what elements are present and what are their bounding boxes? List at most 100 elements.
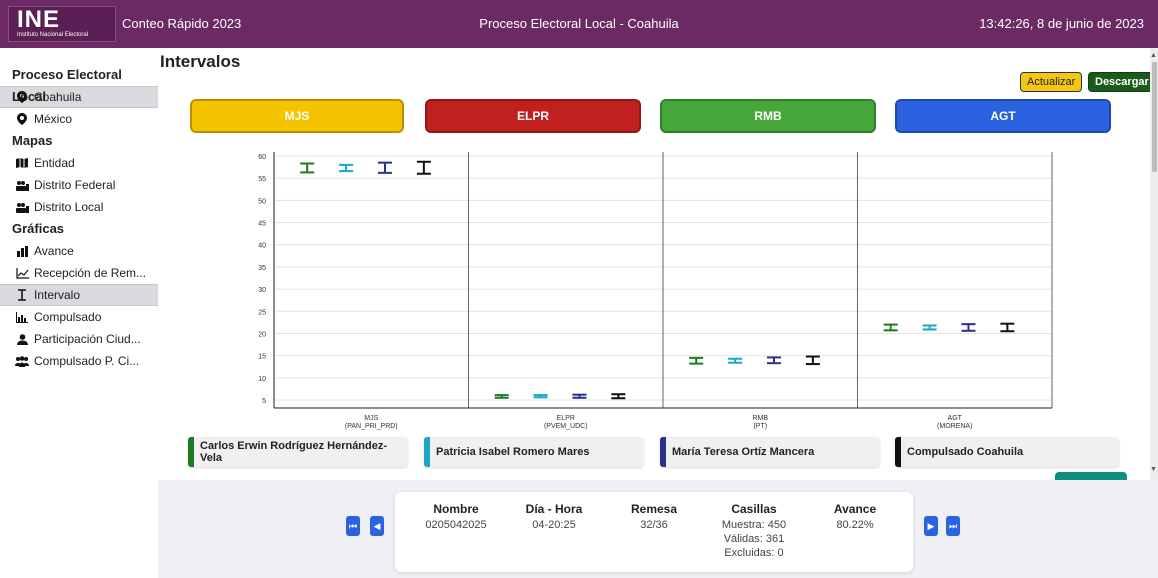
remesa-header: Remesa [630, 502, 678, 516]
party-card-rmb[interactable]: RMB [660, 99, 876, 133]
map-marker-icon [14, 113, 30, 125]
scroll-down-arrow-icon[interactable]: ▼ [1150, 466, 1157, 473]
dia-hora-value: 04-20:25 [532, 519, 576, 531]
sidebar-item-distrito-local[interactable]: Distrito Local [0, 196, 158, 218]
scroll-up-arrow-icon[interactable]: ▲ [1150, 52, 1157, 59]
sidebar-item-label: Distrito Local [34, 200, 104, 214]
x-category-sublabel: (PAN_PRI_PRD) [345, 423, 398, 430]
interval-chart: 5 10 15 20 25 30 35 40 45 50 55 60 MJS(PAN_PRI_PRD) E… [258, 152, 1053, 430]
muestra-value: Muestra: 450 [721, 519, 787, 531]
legend-card-romero[interactable]: Patricia Isabel Romero Mares [424, 437, 644, 467]
floating-action-button[interactable] [1055, 472, 1127, 480]
x-category-sublabel: (PVEM_UDC) [544, 423, 588, 430]
validas-value: Válidas: 361 [723, 533, 785, 545]
scrollbar-thumb[interactable] [1152, 62, 1157, 172]
y-tick-label: 60 [258, 154, 266, 161]
datetime: 13:42:26, 8 de junio de 2023 [979, 16, 1144, 31]
update-button[interactable]: Actualizar [1020, 72, 1083, 92]
party-card-elpr[interactable]: ELPR [425, 99, 641, 133]
legend-label: Carlos Erwin Rodríguez Hernández-Vela [200, 440, 388, 464]
y-tick-label: 15 [258, 354, 266, 361]
legend-label: Compulsado Coahuila [907, 446, 1024, 458]
line-chart-icon [14, 267, 30, 279]
user-icon [14, 333, 30, 345]
y-tick-label: 10 [258, 376, 266, 383]
sidebar-section-graficas: Gráficas [12, 221, 65, 236]
sidebar: Proceso Electoral Local Coahuila México … [0, 48, 158, 578]
group-icon [14, 355, 30, 367]
last-page-icon[interactable]: ⏭ [946, 516, 960, 536]
sidebar-item-intervalo[interactable]: Intervalo [0, 284, 158, 306]
sidebar-item-label: Compulsado [34, 310, 102, 324]
logo-subtitle: Instituto Nacional Electoral [17, 32, 89, 38]
y-tick-label: 40 [258, 243, 266, 250]
party-card-mjs[interactable]: MJS [190, 99, 404, 133]
y-tick-label: 50 [258, 198, 266, 205]
users-icon [14, 202, 30, 213]
legend-color-bar [895, 437, 901, 467]
sidebar-item-label: Avance [34, 244, 74, 258]
sidebar-section-mapas: Mapas [12, 133, 53, 148]
sidebar-item-avance[interactable]: Avance [0, 240, 158, 262]
sidebar-item-label: Coahuila [34, 90, 82, 104]
legend-label: María Teresa Ortíz Mancera [672, 446, 815, 458]
sidebar-item-entidad[interactable]: Entidad [0, 152, 158, 174]
sidebar-item-participacion[interactable]: Participación Ciud... [0, 328, 158, 350]
avance-header: Avance [833, 502, 877, 516]
legend-card-rodriguez[interactable]: Carlos Erwin Rodríguez Hernández-Vela [188, 437, 408, 467]
x-category-label: MJS [364, 415, 378, 422]
y-tick-label: 35 [258, 265, 266, 272]
sidebar-item-label: México [34, 112, 73, 126]
excluidas-value: Excluidas: 0 [724, 547, 784, 559]
legend-color-bar [660, 437, 666, 467]
page-title: Intervalos [160, 52, 241, 71]
nombre-header: Nombre [433, 502, 479, 516]
download-button[interactable]: Descargar [1088, 72, 1156, 92]
sidebar-item-label: Entidad [34, 156, 75, 170]
sidebar-item-label: Recepción de Rem... [34, 266, 147, 280]
remesa-column: Remesa 32/36 [625, 502, 683, 532]
y-tick-label: 5 [262, 398, 266, 405]
sidebar-item-compulsado-pci[interactable]: Compulsado P. Ci... [0, 350, 158, 372]
avance-column: Avance 80.22% [826, 502, 884, 532]
x-category-sublabel: (PT) [753, 423, 767, 430]
previous-page-icon[interactable]: ◀ [370, 516, 384, 536]
column-chart-icon [14, 311, 30, 323]
sidebar-item-label: Intervalo [34, 288, 81, 302]
x-category-sublabel: (MORENA) [937, 423, 972, 430]
top-bar: INE Instituto Nacional Electoral Conteo … [0, 0, 1158, 48]
sidebar-item-compulsado[interactable]: Compulsado [0, 306, 158, 328]
sidebar-item-label: Distrito Federal [34, 178, 116, 192]
x-category-label: AGT [948, 415, 963, 422]
nombre-value: 0205042025 [425, 519, 487, 531]
casillas-header: Casillas [731, 502, 777, 516]
sidebar-item-label: Participación Ciud... [34, 332, 141, 346]
bar-chart-icon [14, 245, 30, 257]
legend-card-compulsado[interactable]: Compulsado Coahuila [895, 437, 1119, 467]
legend-color-bar [424, 437, 430, 467]
dia-hora-header: Día - Hora [525, 502, 583, 516]
casillas-column: Casillas Muestra: 450 Válidas: 361 Exclu… [714, 502, 794, 560]
map-icon [14, 158, 30, 168]
sidebar-item-mexico[interactable]: México [0, 108, 158, 130]
sidebar-item-label: Compulsado P. Ci... [34, 354, 140, 368]
legend-color-bar [188, 437, 194, 467]
map-marker-icon [14, 91, 30, 103]
dia-hora-column: Día - Hora 04-20:25 [518, 502, 590, 532]
x-category-label: RMB [752, 415, 768, 422]
legend-card-ortiz[interactable]: María Teresa Ortíz Mancera [660, 437, 880, 467]
y-tick-label: 45 [258, 221, 266, 228]
sidebar-item-distrito-federal[interactable]: Distrito Federal [0, 174, 158, 196]
interval-icon [14, 289, 30, 301]
y-tick-label: 25 [258, 309, 266, 316]
remesa-value: 32/36 [640, 519, 668, 531]
users-icon [14, 180, 30, 191]
x-category-label: ELPR [557, 415, 575, 422]
party-card-agt[interactable]: AGT [895, 99, 1111, 133]
sidebar-item-recepcion[interactable]: Recepción de Rem... [0, 262, 158, 284]
y-tick-label: 30 [258, 287, 266, 294]
first-page-icon[interactable]: ⏮ [346, 516, 360, 536]
sidebar-section-proceso: Proceso Electoral Local [12, 67, 122, 104]
avance-value: 80.22% [836, 519, 874, 531]
next-page-icon[interactable]: ▶ [924, 516, 938, 536]
